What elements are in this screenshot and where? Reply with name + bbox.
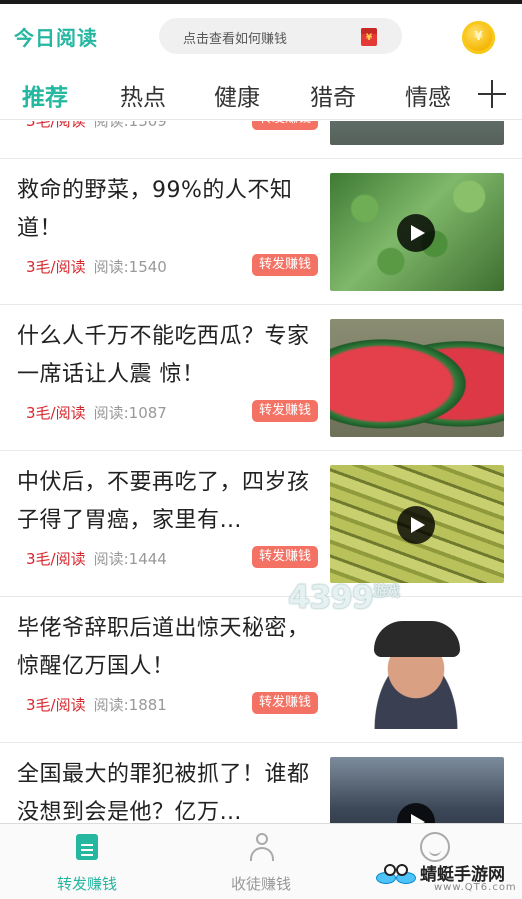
share-earn-button[interactable]: 转发赚钱 (252, 121, 318, 130)
add-tab-plus-icon[interactable] (478, 80, 506, 108)
read-count: 阅读:1881 (93, 696, 167, 714)
article-item[interactable]: 全国最大的罪犯被抓了！谁都没想到会是他？亿万… (0, 744, 522, 823)
article-meta: 3毛/阅读 阅读:1309 (26, 121, 167, 131)
category-tabs: 推荐 热点 健康 猎奇 情感 (0, 68, 522, 120)
article-item[interactable]: 中伏后，不要再吃了，四岁孩子得了胃癌，家里有… 3毛/阅读 阅读:1444 转发赚… (0, 452, 522, 597)
article-item[interactable]: 什么人千万不能吃西瓜？专家一席话让人震 惊！ 3毛/阅读 阅读:1087 转发赚钱 (0, 306, 522, 451)
article-thumbnail[interactable] (330, 757, 504, 823)
article-thumbnail[interactable] (330, 465, 504, 583)
tab-curiosity[interactable]: 猎奇 (310, 78, 356, 112)
dragonfly-icon (376, 858, 418, 894)
read-count: 阅读:1444 (93, 550, 167, 568)
tab-health[interactable]: 健康 (214, 78, 260, 112)
play-icon[interactable] (397, 803, 435, 823)
nav-label: 转发赚钱 (56, 875, 117, 893)
share-earn-button[interactable]: 转发赚钱 (252, 546, 318, 568)
search-bar[interactable]: 点击查看如何赚钱 ¥ (159, 18, 402, 54)
article-meta: 3毛/阅读 阅读:1881 (26, 694, 167, 715)
tab-recommend[interactable]: 推荐 (22, 78, 68, 112)
gold-coin-icon[interactable]: ¥ (462, 21, 495, 54)
article-feed[interactable]: 3毛/阅读阅读:1309 转发赚钱 救命的野菜，99%的人不知道！ 3毛/阅读阅… (0, 121, 522, 823)
article-title[interactable]: 毕佬爷辞职后道出惊天秘密，惊醒亿万国人！ (17, 610, 317, 686)
coin-glyph: ¥ (474, 29, 483, 43)
article-thumbnail[interactable] (330, 319, 504, 437)
price-per-read: 3毛/阅读 (26, 550, 86, 568)
article-thumbnail[interactable] (330, 121, 504, 145)
portrait-hair (374, 621, 460, 657)
app-title: 今日阅读 (14, 26, 98, 50)
article-meta: 3毛/阅读 阅读:1444 (26, 548, 167, 569)
red-packet-glyph: ¥ (365, 33, 373, 43)
article-title[interactable]: 全国最大的罪犯被抓了！谁都没想到会是他？亿万… (17, 756, 317, 823)
share-earn-button[interactable]: 转发赚钱 (252, 692, 318, 714)
nav-share-earn[interactable]: 转发赚钱 (0, 824, 174, 899)
top-bar: 今日阅读 点击查看如何赚钱 ¥ ¥ (0, 0, 522, 68)
price-per-read: 3毛/阅读 (26, 404, 86, 422)
watermark-suffix: 游戏 (373, 584, 400, 600)
read-count: 阅读:1087 (93, 404, 167, 422)
article-item[interactable]: 毕佬爷辞职后道出惊天秘密，惊醒亿万国人！ 3毛/阅读 阅读:1881 转发赚钱 (0, 598, 522, 743)
price-per-read: 3毛/阅读 (26, 696, 86, 714)
tab-emotion[interactable]: 情感 (405, 78, 451, 112)
share-earn-button[interactable]: 转发赚钱 (252, 400, 318, 422)
share-earn-button[interactable]: 转发赚钱 (252, 254, 318, 276)
nav-label: 收徒赚钱 (230, 875, 291, 893)
article-meta: 3毛/阅读 阅读:1087 (26, 402, 167, 423)
price-per-read: 3毛/阅读 (26, 121, 86, 130)
article-meta: 3毛/阅读 阅读:1540 (26, 256, 167, 277)
article-title[interactable]: 救命的野菜，99%的人不知道！ (17, 172, 317, 248)
article-thumbnail[interactable] (330, 173, 504, 291)
article-title[interactable]: 中伏后，不要再吃了，四岁孩子得了胃癌，家里有… (17, 464, 317, 540)
article-thumbnail[interactable] (330, 611, 504, 729)
price-per-read: 3毛/阅读 (26, 258, 86, 276)
watermark: 4399游戏 (288, 578, 400, 616)
red-packet-icon[interactable]: ¥ (361, 28, 377, 46)
read-count: 阅读:1309 (93, 121, 167, 130)
article-item[interactable]: 3毛/阅读阅读:1309 转发赚钱 (0, 121, 522, 159)
read-count: 阅读:1540 (93, 258, 167, 276)
tab-hot[interactable]: 热点 (120, 78, 166, 112)
watermark-text: 4399 (288, 578, 374, 616)
article-item[interactable]: 救命的野菜，99%的人不知道！ 3毛/阅读 阅读:1540 转发赚钱 (0, 160, 522, 305)
site-logo: 蜻蜓手游网 www.QT6.com (376, 858, 522, 898)
logo-url: www.QT6.com (434, 882, 517, 893)
play-icon[interactable] (397, 506, 435, 544)
people-icon (248, 833, 276, 861)
news-icon (76, 834, 98, 860)
play-icon[interactable] (397, 214, 435, 252)
nav-recruit-earn[interactable]: 收徒赚钱 (174, 824, 348, 899)
article-title[interactable]: 什么人千万不能吃西瓜？专家一席话让人震 惊！ (17, 318, 317, 394)
search-placeholder: 点击查看如何赚钱 (183, 32, 288, 47)
